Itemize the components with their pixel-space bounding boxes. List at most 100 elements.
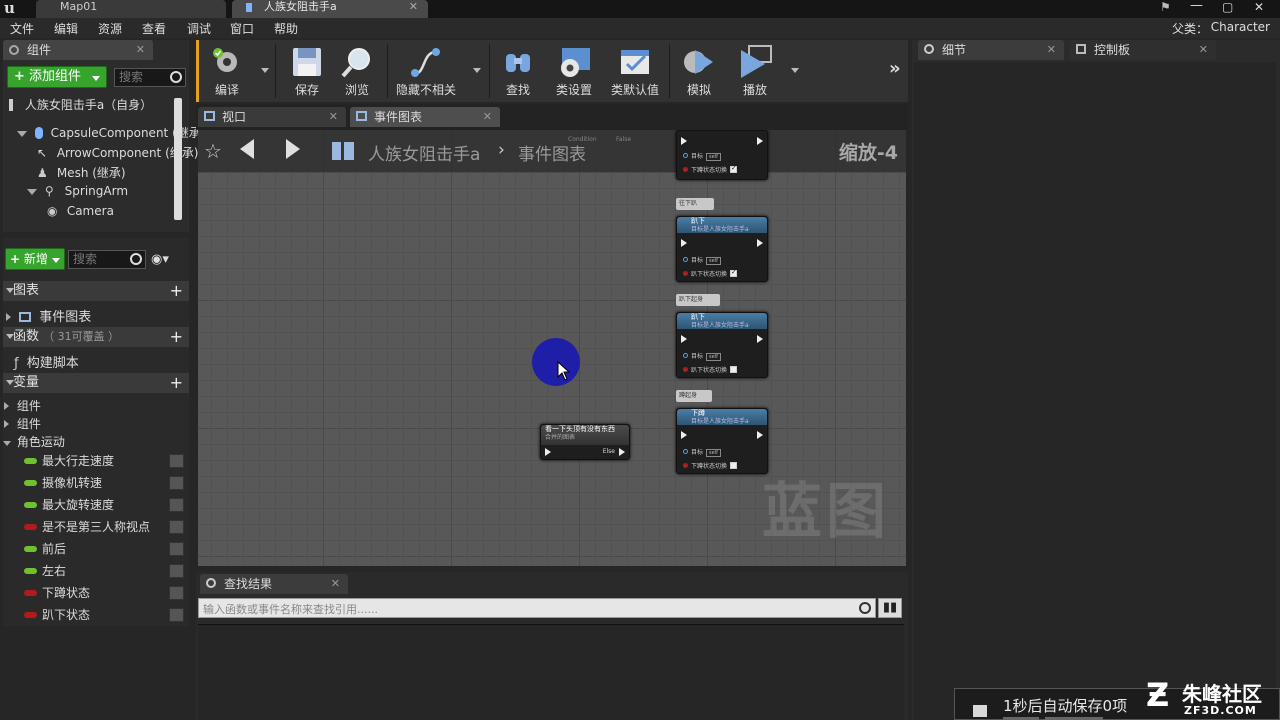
play-button[interactable]: 播放 [731,40,779,102]
close-icon[interactable]: ✕ [329,107,338,127]
details-tab[interactable]: 细节 ✕ [918,40,1064,60]
event-graph-item[interactable]: 事件图表 [6,306,91,325]
find-results-tab[interactable]: 查找结果 ✕ [200,574,348,594]
component-search-input[interactable]: 搜索 [114,68,186,87]
checkbox[interactable] [730,366,738,373]
eye-icon[interactable]: ◉▾ [151,252,169,267]
collapsed-graph-node[interactable]: 看一下头顶有没有东西 合并的图表 Else [540,424,630,460]
variable-item[interactable]: 是不是第三人称视点 [24,517,186,537]
compile-button[interactable]: 编译 [203,40,251,102]
construction-script-item[interactable]: ƒ 构建脚本 [14,352,79,371]
simulate-button[interactable]: 模拟 [675,40,723,102]
close-icon[interactable]: ✕ [136,40,145,60]
exec-out-pin[interactable] [757,335,763,343]
save-button[interactable]: 保存 [283,40,331,102]
variable-item[interactable]: 下蹲状态 [24,583,186,603]
window-tab-blueprint[interactable]: 人族女阻击手a ✕ [232,0,428,18]
comment-bubble[interactable]: 蹲起身 [676,390,712,402]
target-pin[interactable]: 目标 self [683,151,721,161]
tab-event-graph[interactable]: 事件图表 ✕ [350,107,500,127]
exec-out-pin[interactable] [757,137,763,145]
hide-options-icon[interactable] [473,68,481,73]
find-button[interactable]: 查找 [495,40,541,102]
breadcrumb-blueprint[interactable]: 人族女阻击手a [368,140,480,165]
play-options-icon[interactable] [791,68,799,73]
browse-button[interactable]: 浏览 [333,40,381,102]
menu-view[interactable]: 查看 [142,20,166,37]
notification-icon[interactable]: ⚑ [1160,0,1171,14]
exec-in-pin[interactable] [545,448,551,456]
functions-section[interactable]: 函数 （ 31可覆盖 ） + [3,327,189,347]
prone-node[interactable]: 趴下 目标是人族女阻击手a 目标 self 趴下状态切换 [676,216,768,282]
menu-file[interactable]: 文件 [10,20,34,37]
visibility-toggle-icon[interactable] [169,520,184,534]
class-defaults-button[interactable]: 类默认值 [607,40,663,102]
add-component-button[interactable]: + 添加组件 [7,66,107,88]
forward-arrow-icon[interactable] [286,139,300,159]
menu-help[interactable]: 帮助 [274,20,298,37]
close-icon[interactable]: ✕ [1199,40,1208,60]
variable-item[interactable]: 前后 [24,539,186,559]
favorite-star-icon[interactable]: ☆ [204,139,222,163]
prone-getup-node[interactable]: 趴下 目标是人族女阻击手a 目标 self 趴下状态切换 [676,312,768,378]
back-arrow-icon[interactable] [240,139,254,159]
close-icon[interactable]: ✕ [1047,40,1056,60]
close-icon[interactable]: ✕ [409,0,418,14]
window-tab-map[interactable]: Map01 [36,0,226,18]
tree-item-mesh[interactable]: ♟ Mesh (继承) [37,164,126,181]
visibility-toggle-icon[interactable] [169,586,184,600]
comment-bubble[interactable]: 趴下起身 [676,294,720,306]
class-settings-button[interactable]: 类设置 [549,40,599,102]
exec-in-pin[interactable] [681,137,687,145]
visibility-toggle-icon[interactable] [169,498,184,512]
menu-window[interactable]: 窗口 [230,20,254,37]
crouch-node-top[interactable]: 目标 self 下蹲状态切换 [676,130,768,180]
variable-item[interactable]: 左右 [24,561,186,581]
exec-in-pin[interactable] [681,239,687,247]
target-pin[interactable]: 目标 self [683,447,721,457]
menu-assets[interactable]: 资源 [98,20,122,37]
hide-unrelated-button[interactable]: 隐藏不相关 [393,40,459,102]
bool-pin[interactable]: 下蹲状态切换 [683,165,738,174]
compile-options-icon[interactable] [261,68,269,73]
exec-in-pin[interactable] [681,335,687,343]
add-function-icon[interactable]: + [170,327,183,347]
category-character-movement[interactable]: 角色运动 [3,433,65,450]
find-results-input[interactable]: 输入函数或事件名称来查找引用...... [198,598,876,618]
comment-bubble[interactable]: 往下趴 [676,198,714,210]
parent-class-link[interactable]: Character [1211,20,1270,34]
add-graph-icon[interactable]: + [170,281,183,301]
bool-pin[interactable]: 下蹲状态切换 [683,461,738,470]
variables-section[interactable]: 变量 + [3,373,189,393]
variable-item[interactable]: 摄像机转速 [24,473,186,493]
checkbox[interactable] [730,462,738,469]
checkbox[interactable] [730,270,738,277]
variable-item[interactable]: 最大行走速度 [24,451,186,471]
exec-out-pin[interactable] [619,448,625,456]
components-tab[interactable]: 组件 ✕ [3,40,153,60]
crouch-getup-node[interactable]: 下蹲 目标是人族女阻击手a 目标 self 下蹲状态切换 [676,408,768,474]
visibility-toggle-icon[interactable] [169,476,184,490]
palette-tab[interactable]: 控制板 ✕ [1070,40,1216,60]
visibility-toggle-icon[interactable] [169,542,184,556]
component-root[interactable]: 人族女阻击手a（自身） [9,96,152,113]
bool-pin[interactable]: 趴下状态切换 [683,365,738,374]
graphs-section[interactable]: 图表 + [3,281,189,301]
menu-debug[interactable]: 调试 [187,20,211,37]
exec-out-pin[interactable] [757,431,763,439]
maximize-icon[interactable]: ▢ [1222,0,1233,14]
target-pin[interactable]: 目标 self [683,255,721,265]
target-pin[interactable]: 目标 self [683,351,721,361]
exec-out-pin[interactable] [757,239,763,247]
tree-item-springarm[interactable]: ⚲ SpringArm [27,184,128,198]
visibility-toggle-icon[interactable] [169,608,184,622]
find-in-all-blueprints-button[interactable]: ▮▮ [878,598,902,618]
blueprint-graph-canvas[interactable]: ☆ 人族女阻击手a › 事件图表 缩放-4 Condition False 目标… [198,130,906,566]
minimize-icon[interactable]: — [1190,0,1203,13]
visibility-toggle-icon[interactable] [169,564,184,578]
category-components[interactable]: 组件 [4,397,41,414]
tree-item-camera[interactable]: ◉ Camera [47,204,114,218]
close-icon[interactable]: ✕ [483,107,492,127]
bool-pin[interactable]: 趴下状态切换 [683,269,738,278]
scrollbar[interactable] [174,98,182,220]
